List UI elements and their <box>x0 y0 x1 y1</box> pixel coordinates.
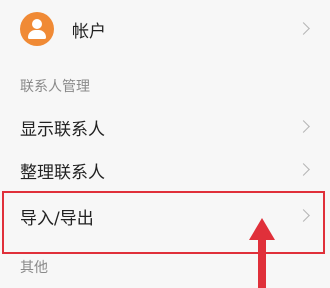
organize-contacts-item[interactable]: 整理联系人 <box>0 147 330 193</box>
organize-contacts-label: 整理联系人 <box>20 162 105 183</box>
show-contacts-label: 显示联系人 <box>20 119 105 140</box>
account-row[interactable]: 帐户 <box>0 0 330 58</box>
chevron-right-icon <box>297 120 310 133</box>
chevron-right-icon <box>297 163 310 176</box>
chevron-right-icon <box>297 209 310 222</box>
person-icon <box>20 12 54 46</box>
chevron-right-icon <box>297 22 310 35</box>
section-title-contacts-management: 联系人管理 <box>20 79 90 95</box>
import-export-label: 导入/导出 <box>20 208 94 229</box>
account-label: 帐户 <box>72 21 106 42</box>
show-contacts-item[interactable]: 显示联系人 <box>0 104 330 150</box>
section-title-other: 其他 <box>20 260 48 276</box>
import-export-item[interactable]: 导入/导出 <box>0 193 330 239</box>
annotation-arrow-icon <box>249 218 275 288</box>
